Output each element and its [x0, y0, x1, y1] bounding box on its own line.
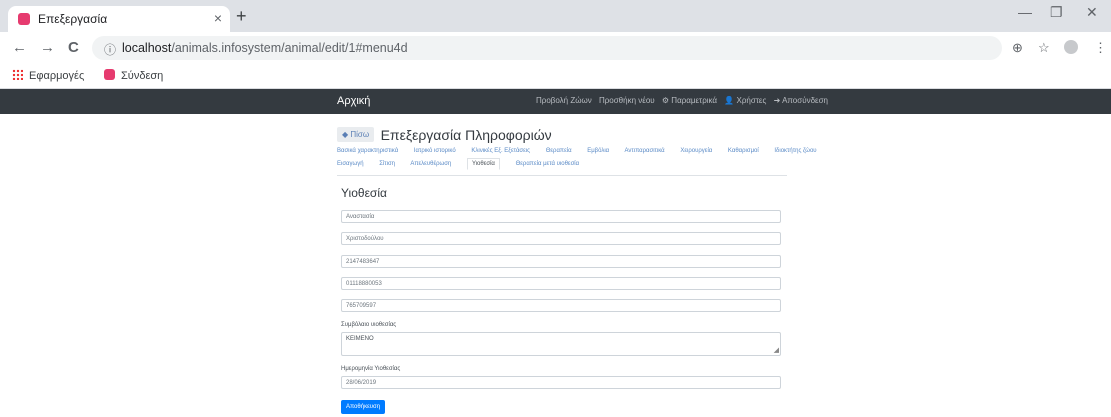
tabs-row-2: Εισαγωγή Σίτιση Απελευθέρωση Υιοθεσία Θε… [337, 158, 787, 176]
first-name-input[interactable]: Αναστασία [341, 210, 781, 223]
tab-intake[interactable]: Εισαγωγή [337, 161, 364, 167]
contract-textarea[interactable]: ΚΕΙΜΕΝΟ ◢ [341, 332, 781, 356]
tab-treatment[interactable]: Θεραπεία [546, 148, 572, 154]
forward-arrow-icon[interactable]: → [40, 39, 55, 56]
tab-owner[interactable]: Ιδιοκτήτης ζώου [774, 148, 816, 154]
tab-medical-history[interactable]: Ιατρικό ιστορικό [414, 148, 456, 154]
nav-parameters[interactable]: ⚙ Παραμετρικά [662, 96, 717, 105]
page-heading: ◆ Πίσω Επεξεργασία Πληροφοριών [337, 126, 552, 144]
browser-tab[interactable]: Επεξεργασία × [8, 6, 230, 32]
contract-text: ΚΕΙΜΕΝΟ [346, 336, 374, 342]
tabs-row-1: Βασικά χαρακτηριστικά Ιατρικό ιστορικό Κ… [337, 148, 817, 162]
back-button[interactable]: ◆ Πίσω [337, 127, 375, 143]
tab-adoption[interactable]: Υιοθεσία [466, 158, 500, 170]
close-window-icon[interactable]: ✕ [1086, 4, 1098, 21]
restore-icon[interactable]: ❐ [1050, 4, 1063, 21]
date-label: Ημερομηνία Υιοθεσίας [341, 366, 401, 372]
save-button[interactable]: Αποθήκευση [341, 400, 386, 414]
tab-surgeries[interactable]: Χειρουργεία [680, 148, 712, 154]
site-info-icon[interactable]: ⓘ [104, 41, 116, 58]
zoom-icon[interactable]: ⊕ [1012, 40, 1023, 56]
id-number-input[interactable]: 2147483647 [341, 255, 781, 268]
minimize-icon[interactable]: — [1018, 4, 1032, 20]
nav-users[interactable]: 👤 Χρήστες [724, 96, 766, 105]
new-tab-icon[interactable]: + [236, 6, 247, 27]
reload-icon[interactable]: C [68, 39, 79, 56]
address-bar[interactable]: ⓘ localhost/animals.infosystem/animal/ed… [92, 36, 1002, 60]
bookmark-login[interactable]: Σύνδεση [104, 69, 163, 82]
tab-post-adoption[interactable]: Θεραπεία μετά υιοθεσία [516, 161, 580, 167]
adoption-date-input[interactable]: 28/06/2019 [341, 376, 781, 389]
tab-title: Επεξεργασία [38, 12, 108, 26]
tab-vaccines[interactable]: Εμβόλια [587, 148, 609, 154]
nav-logout[interactable]: ➜ Αποσύνδεση [774, 96, 828, 105]
bookmark-star-icon[interactable]: ☆ [1038, 40, 1050, 56]
tab-clinical-exams[interactable]: Κλινικές Εξ. Εξετάσεις [471, 148, 530, 154]
tab-close-icon[interactable]: × [214, 10, 222, 26]
browser-tabstrip: Επεξεργασία × + — ❐ ✕ [0, 0, 1111, 32]
contract-label: Συμβόλαιο υιοθεσίας [341, 322, 397, 328]
tab-antiparasitics[interactable]: Αντιπαρασιτικά [625, 148, 665, 154]
profile-avatar-icon[interactable] [1064, 40, 1078, 57]
mobile-input[interactable]: 765709597 [341, 299, 781, 312]
site-navbar: Αρχική Προβολή Ζώων Προσθήκη νέου ⚙ Παρα… [0, 89, 1111, 114]
bookmarks-bar: Εφαρμογές Σύνδεση [0, 64, 1111, 89]
navbar-links: Προβολή Ζώων Προσθήκη νέου ⚙ Παραμετρικά… [536, 96, 833, 105]
section-title: Υιοθεσία [341, 186, 387, 200]
bookmark-apps[interactable]: Εφαρμογές [12, 69, 84, 82]
tab-cleanings[interactable]: Καθαρισμοί [728, 148, 759, 154]
site-favicon-icon [104, 69, 115, 80]
last-name-input[interactable]: Χριστοδούλου [341, 232, 781, 245]
back-arrow-icon[interactable]: ← [12, 39, 27, 56]
tab-basic[interactable]: Βασικά χαρακτηριστικά [337, 148, 398, 154]
nav-add-new[interactable]: Προσθήκη νέου [599, 96, 655, 105]
browser-toolbar: ← → C ⓘ localhost/animals.infosystem/ani… [0, 32, 1111, 64]
tab-release[interactable]: Απελευθέρωση [410, 161, 451, 167]
tab-feeding[interactable]: Σίτιση [379, 161, 395, 167]
site-favicon-icon [18, 13, 30, 25]
resize-handle-icon[interactable]: ◢ [774, 347, 779, 354]
page-title: Επεξεργασία Πληροφοριών [380, 126, 552, 143]
browser-menu-icon[interactable]: ⋮ [1094, 40, 1107, 56]
url-text: localhost/animals.infosystem/animal/edit… [122, 41, 408, 55]
apps-grid-icon [12, 69, 23, 80]
nav-view-animals[interactable]: Προβολή Ζώων [536, 96, 592, 105]
main-content: ◆ Πίσω Επεξεργασία Πληροφοριών Βασικά χα… [332, 114, 817, 417]
navbar-brand[interactable]: Αρχική [337, 95, 370, 107]
phone-input[interactable]: 01118880053 [341, 277, 781, 290]
